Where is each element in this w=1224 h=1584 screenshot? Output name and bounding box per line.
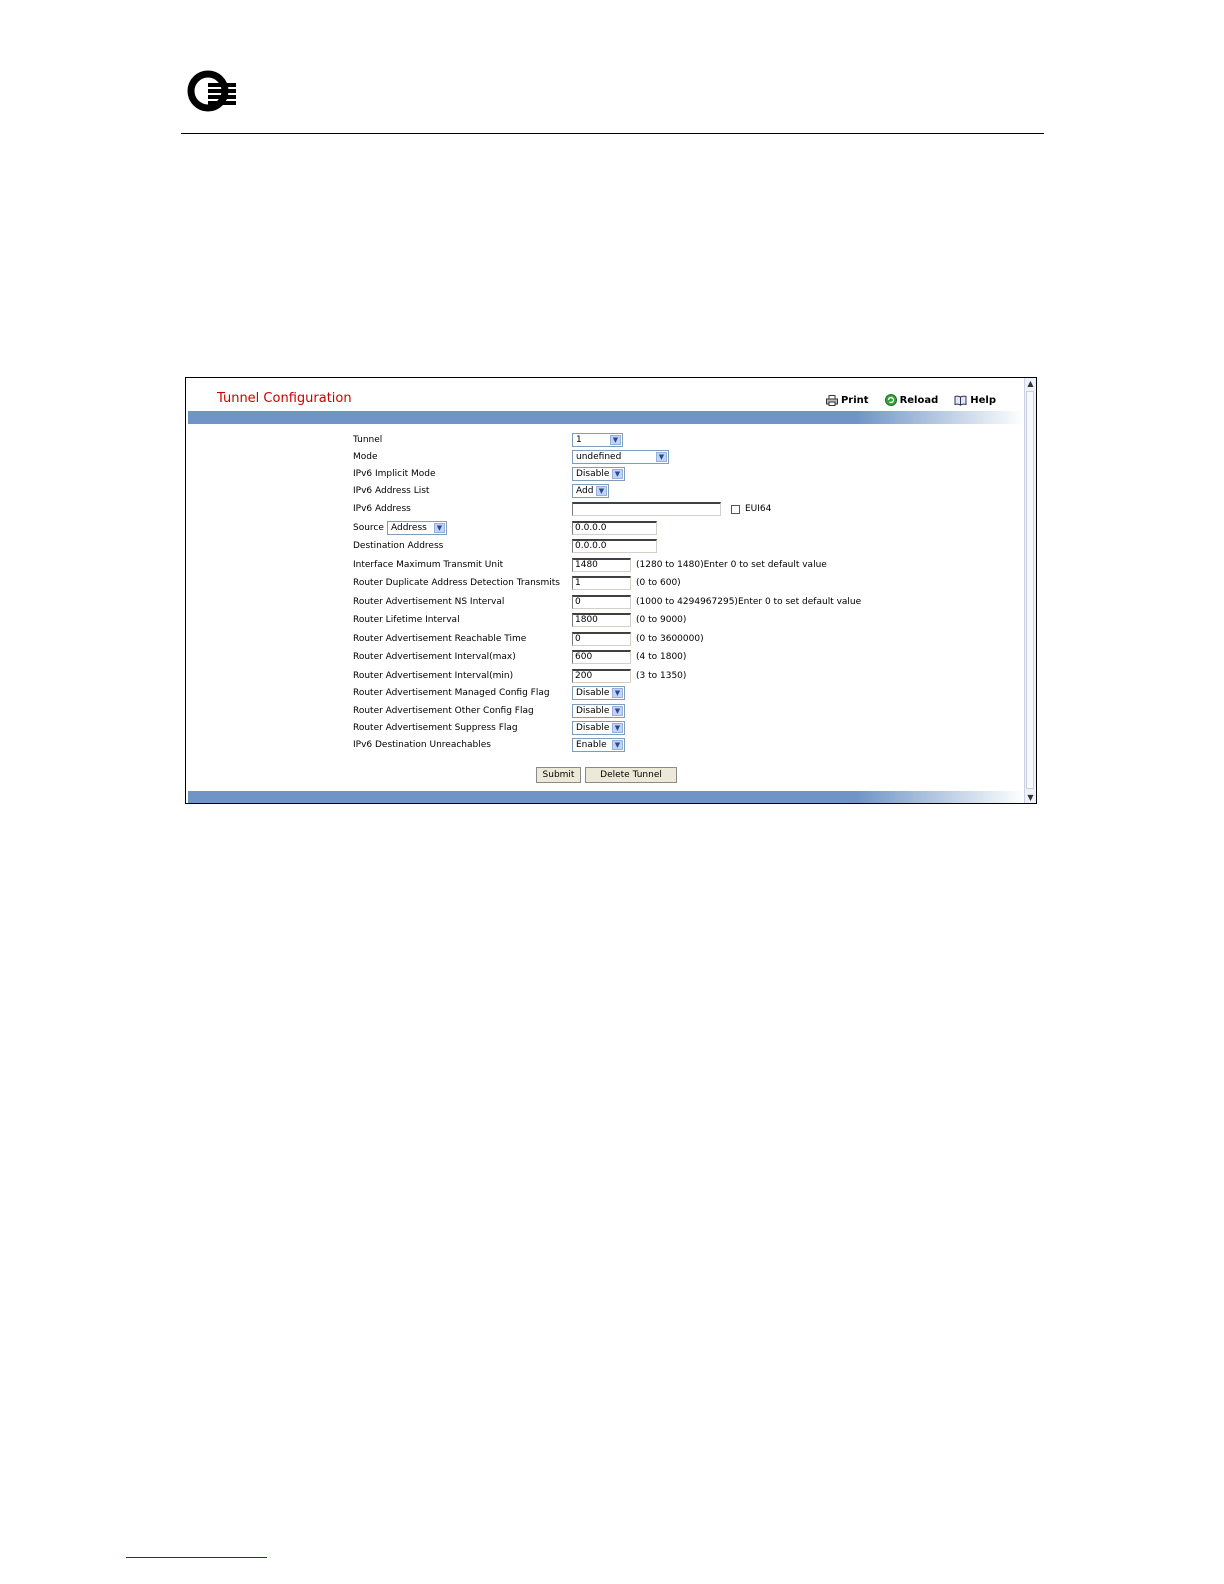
- chevron-down-icon: ▼: [610, 435, 621, 445]
- interval-max-input[interactable]: 600: [572, 650, 631, 664]
- source-address-input[interactable]: 0.0.0.0: [572, 521, 657, 535]
- eui64-checkbox[interactable]: [731, 504, 740, 514]
- interval-max-hint: (4 to 1800): [636, 652, 687, 662]
- print-label: Print: [840, 394, 869, 406]
- mode-value: undefined: [576, 452, 622, 462]
- managed-flag-value: Disable: [576, 688, 610, 698]
- ipv6-address-list-value: Add: [576, 486, 594, 496]
- browser-frame: Tunnel Configuration Print Reload Help T…: [185, 377, 1037, 804]
- eui64-label: EUI64: [745, 504, 772, 514]
- company-logo: [187, 70, 236, 112]
- ns-interval-label: Router Advertisement NS Interval: [353, 597, 505, 607]
- ipv6-implicit-mode-select[interactable]: Disable ▼: [572, 467, 625, 481]
- other-flag-label: Router Advertisement Other Config Flag: [353, 706, 534, 716]
- ns-interval-hint: (1000 to 4294967295)Enter 0 to set defau…: [636, 597, 862, 607]
- form-actions: Submit Delete Tunnel: [536, 767, 677, 783]
- page-title: Tunnel Configuration: [217, 391, 352, 406]
- mtu-hint: (1280 to 1480)Enter 0 to set default val…: [636, 560, 827, 570]
- destination-address-label: Destination Address: [353, 541, 444, 551]
- ns-interval-input[interactable]: 0: [572, 595, 631, 609]
- mode-select[interactable]: undefined ▼: [572, 450, 669, 464]
- chevron-down-icon: ▼: [612, 469, 623, 479]
- help-button[interactable]: Help: [954, 392, 996, 408]
- submit-button[interactable]: Submit: [536, 767, 581, 783]
- managed-flag-label: Router Advertisement Managed Config Flag: [353, 688, 550, 698]
- toolbar: Print Reload Help: [825, 392, 996, 408]
- printer-icon: [825, 394, 838, 406]
- chevron-down-icon: ▼: [612, 740, 623, 750]
- interval-min-input[interactable]: 200: [572, 669, 631, 683]
- dad-transmits-input[interactable]: 1: [572, 576, 631, 590]
- reload-icon: [884, 394, 897, 406]
- reachable-time-input[interactable]: 0: [572, 632, 631, 646]
- scrollbar-thumb[interactable]: [1026, 391, 1034, 789]
- reachable-time-label: Router Advertisement Reachable Time: [353, 634, 527, 644]
- help-book-icon: [954, 395, 967, 406]
- dad-transmits-label: Router Duplicate Address Detection Trans…: [353, 578, 560, 588]
- ipv6-address-label: IPv6 Address: [353, 504, 411, 514]
- chevron-down-icon: ▼: [596, 486, 607, 496]
- reload-label: Reload: [899, 394, 939, 406]
- unreachables-select[interactable]: Enable ▼: [572, 738, 625, 752]
- header-bar: [188, 411, 1024, 424]
- mtu-label: Interface Maximum Transmit Unit: [353, 560, 504, 570]
- footer-link-rule: [126, 1557, 267, 1558]
- scroll-down-icon[interactable]: ▼: [1025, 792, 1036, 803]
- unreachables-value: Enable: [576, 740, 607, 750]
- chevron-down-icon: ▼: [612, 688, 623, 698]
- help-label: Help: [970, 394, 996, 406]
- tunnel-value: 1: [576, 435, 582, 445]
- other-flag-select[interactable]: Disable ▼: [572, 704, 625, 718]
- chevron-down-icon: ▼: [612, 706, 623, 716]
- interval-min-hint: (3 to 1350): [636, 671, 687, 681]
- source-type-select[interactable]: Address ▼: [387, 521, 447, 535]
- suppress-flag-select[interactable]: Disable ▼: [572, 721, 625, 735]
- suppress-flag-value: Disable: [576, 723, 610, 733]
- delete-tunnel-button[interactable]: Delete Tunnel: [585, 767, 677, 783]
- print-button[interactable]: Print: [825, 392, 869, 408]
- other-flag-value: Disable: [576, 706, 610, 716]
- lifetime-input[interactable]: 1800: [572, 613, 631, 627]
- reload-button[interactable]: Reload: [884, 392, 939, 408]
- interval-max-label: Router Advertisement Interval(max): [353, 652, 516, 662]
- ipv6-implicit-mode-value: Disable: [576, 469, 610, 479]
- mtu-input[interactable]: 1480: [572, 558, 631, 572]
- source-label: Source: [353, 523, 384, 533]
- chevron-down-icon: ▼: [656, 452, 667, 462]
- tunnel-label: Tunnel: [353, 435, 383, 445]
- chevron-down-icon: ▼: [434, 523, 445, 533]
- ipv6-address-list-select[interactable]: Add ▼: [572, 484, 609, 498]
- ipv6-implicit-mode-label: IPv6 Implicit Mode: [353, 469, 436, 479]
- interval-min-label: Router Advertisement Interval(min): [353, 671, 514, 681]
- vertical-scrollbar[interactable]: ▲ ▼: [1024, 378, 1036, 803]
- lifetime-label: Router Lifetime Interval: [353, 615, 460, 625]
- chevron-down-icon: ▼: [612, 723, 623, 733]
- ipv6-address-input[interactable]: [572, 502, 721, 516]
- lifetime-hint: (0 to 9000): [636, 615, 687, 625]
- managed-flag-select[interactable]: Disable ▼: [572, 686, 625, 700]
- dad-transmits-hint: (0 to 600): [636, 578, 681, 588]
- tunnel-select[interactable]: 1 ▼: [572, 433, 623, 447]
- suppress-flag-label: Router Advertisement Suppress Flag: [353, 723, 518, 733]
- scroll-up-icon[interactable]: ▲: [1025, 378, 1036, 389]
- source-type-value: Address: [391, 523, 427, 533]
- destination-address-input[interactable]: 0.0.0.0: [572, 539, 657, 553]
- header-rule: [181, 133, 1044, 134]
- footer-bar: [188, 791, 1024, 803]
- mode-label: Mode: [353, 452, 378, 462]
- unreachables-label: IPv6 Destination Unreachables: [353, 740, 491, 750]
- ipv6-address-list-label: IPv6 Address List: [353, 486, 430, 496]
- reachable-time-hint: (0 to 3600000): [636, 634, 704, 644]
